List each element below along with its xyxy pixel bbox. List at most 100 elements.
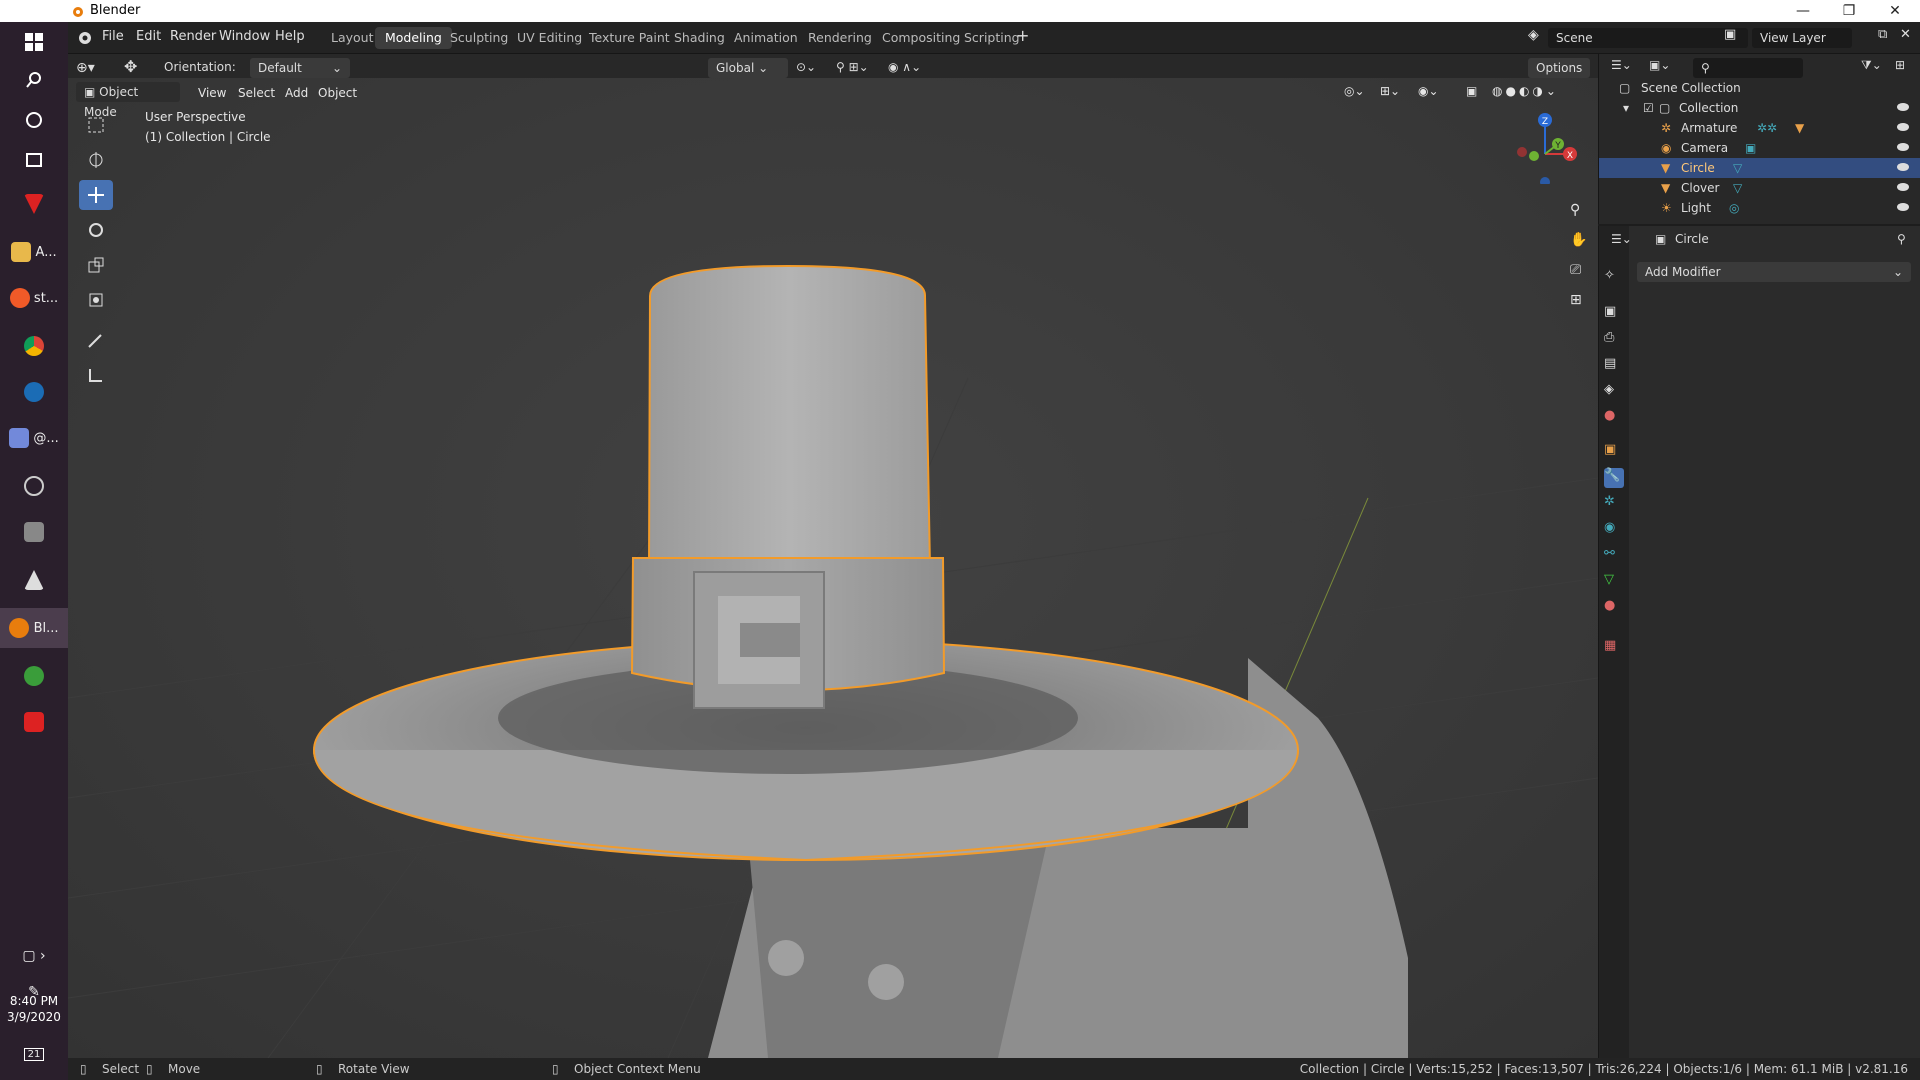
app-globe-icon[interactable] [0,656,68,696]
overlay-toggle-icon[interactable]: ◉⌄ [1418,84,1439,98]
remove-view-layer-icon[interactable]: ✕ [1900,27,1911,42]
view-layer-tab-icon[interactable]: ▤ [1604,356,1624,376]
clock-time[interactable]: 8:40 PM [0,994,68,1008]
pan-hand-icon[interactable]: ✋ [1570,232,1587,248]
physics-tab-icon[interactable]: ◉ [1604,520,1624,540]
outliner-editor-icon[interactable]: ☰⌄ [1611,58,1632,72]
move-tool-icon[interactable]: ✥ [124,57,137,76]
tab-animation[interactable]: Animation [724,27,808,49]
output-tab-icon[interactable]: ⎙ [1604,330,1624,350]
options-dropdown[interactable]: Options ⌄ [1528,58,1590,95]
menu-object[interactable]: Object [318,86,357,100]
windows-start-icon[interactable] [0,22,68,62]
zoom-icon[interactable]: ⚲ [1570,202,1580,218]
display-mode-icon[interactable]: ▣⌄ [1649,58,1670,72]
minimize-button[interactable]: — [1780,0,1826,22]
outliner-row-light[interactable]: ☀ Light ◎ [1599,198,1920,218]
app-s-icon[interactable] [0,702,68,742]
outliner-row-circle[interactable]: ▼ Circle ▽ [1599,158,1920,178]
scene-selector[interactable]: Scene [1548,28,1748,48]
restore-button[interactable]: ❐ [1826,0,1872,22]
close-button[interactable]: ✕ [1872,0,1918,22]
menu-edit[interactable]: Edit [136,29,161,44]
menu-select[interactable]: Select [238,86,275,100]
clock-app-icon[interactable] [0,466,68,506]
cortana-icon[interactable] [0,100,68,140]
measure-tool-icon[interactable] [79,360,113,390]
scene-tab-icon[interactable]: ◈ [1604,382,1624,402]
new-view-layer-icon[interactable]: ⧉ [1878,27,1887,42]
snap-icon[interactable]: ⚲ ⊞⌄ [836,60,869,74]
outliner-row-camera[interactable]: ◉ Camera ▣ [1599,138,1920,158]
transform-orientation-dropdown[interactable]: Global ⌄ [708,58,788,78]
object-tab-icon[interactable]: ▣ [1604,442,1624,462]
scale-tool-icon[interactable] [79,250,113,280]
search-icon[interactable] [0,60,68,100]
menu-view[interactable]: View [198,86,226,100]
view-layer-icon[interactable]: ▣ [1724,27,1736,42]
scene-icon[interactable]: ◈ [1528,27,1539,43]
eye-icon[interactable] [1897,203,1909,211]
transform-tool-icon[interactable] [79,285,113,315]
outliner-row-armature[interactable]: ✲ Armature ✲✲ ▼ [1599,118,1920,138]
eye-icon[interactable] [1897,163,1909,171]
eye-icon[interactable] [1897,143,1909,151]
clock-date[interactable]: 3/9/2020 [0,1010,68,1024]
app-red-icon[interactable] [0,184,68,224]
ortho-grid-icon[interactable]: ⊞ [1570,292,1582,308]
navigation-gizmo[interactable]: Z Y X [1500,104,1590,184]
pivot-point-icon[interactable]: ⊙⌄ [796,60,816,74]
chrome-icon[interactable] [0,326,68,366]
xray-icon[interactable]: ▣ [1466,84,1477,98]
shading-mode-icons[interactable]: ◍●◐◑⌄ [1492,84,1559,98]
tool-tab-icon[interactable]: ✧ [1604,268,1624,288]
pin-icon[interactable]: ⚲ [1897,232,1906,246]
outliner-row-collection[interactable]: ▾ ☑ ▢ Collection [1599,98,1920,118]
unity-icon[interactable] [0,560,68,600]
hat-crown[interactable] [647,264,932,569]
tab-rendering[interactable]: Rendering [798,27,882,49]
proportional-edit-icon[interactable]: ◉ ∧⌄ [888,60,921,74]
orientation-dropdown[interactable]: Default ⌄ [250,58,350,78]
eye-icon[interactable] [1897,103,1909,111]
menu-help[interactable]: Help [275,29,305,44]
visibility-icon[interactable]: ◎⌄ [1344,84,1365,98]
properties-editor-icon[interactable]: ☰⌄ [1611,232,1632,246]
expand-arrow-icon[interactable]: ▾ [1623,98,1629,118]
gizmo-toggle-icon[interactable]: ⊞⌄ [1380,84,1400,98]
material-tab-icon[interactable]: ● [1604,598,1624,618]
menu-add[interactable]: Add [285,86,308,100]
outliner-row-clover[interactable]: ▼ Clover ▽ [1599,178,1920,198]
mode-dropdown[interactable]: ▣ Object Mode [76,82,180,119]
taskbar-app-folder[interactable]: A... [0,232,68,272]
add-workspace-icon[interactable]: + [1016,26,1029,45]
move-tool-icon[interactable] [79,180,113,210]
taskbar-app-blender[interactable]: Bl... [0,608,68,648]
cursor-tool-icon[interactable] [79,145,113,175]
menu-window[interactable]: Window [219,29,270,44]
camera-view-icon[interactable]: ⎚ [1570,262,1581,278]
view-layer-selector[interactable]: View Layer [1752,28,1852,48]
filter-icon[interactable]: ⧩⌄ [1861,58,1882,73]
new-collection-icon[interactable]: ⊞ [1895,58,1905,72]
menu-file[interactable]: File [102,29,124,44]
blender-menu-icon[interactable] [76,29,92,45]
outliner-search-input[interactable]: ⚲ [1693,58,1803,78]
steam-icon[interactable] [0,372,68,412]
world-tab-icon[interactable]: ● [1604,408,1624,428]
modifier-tab-icon[interactable]: 🔧 [1604,468,1624,488]
editor-type-icon[interactable]: ⊕▾ [76,60,95,76]
eye-icon[interactable] [1897,183,1909,191]
eye-icon[interactable] [1897,123,1909,131]
data-tab-icon[interactable]: ▽ [1604,572,1624,592]
3d-viewport[interactable]: ▣ Object Mode View Select Add Object ◎⌄ … [68,78,1598,1058]
notification-icon[interactable]: 21 [0,1034,68,1074]
taskbar-app-discord[interactable]: @... [0,418,68,458]
texture-tab-icon[interactable]: ▦ [1604,638,1624,658]
task-view-icon[interactable] [0,140,68,180]
constraints-tab-icon[interactable]: ⚯ [1604,546,1624,566]
rotate-tool-icon[interactable] [79,215,113,245]
add-modifier-dropdown[interactable]: Add Modifier ⌄ [1637,262,1911,282]
taskbar-app-firefox[interactable]: st... [0,278,68,318]
annotate-tool-icon[interactable] [79,325,113,355]
